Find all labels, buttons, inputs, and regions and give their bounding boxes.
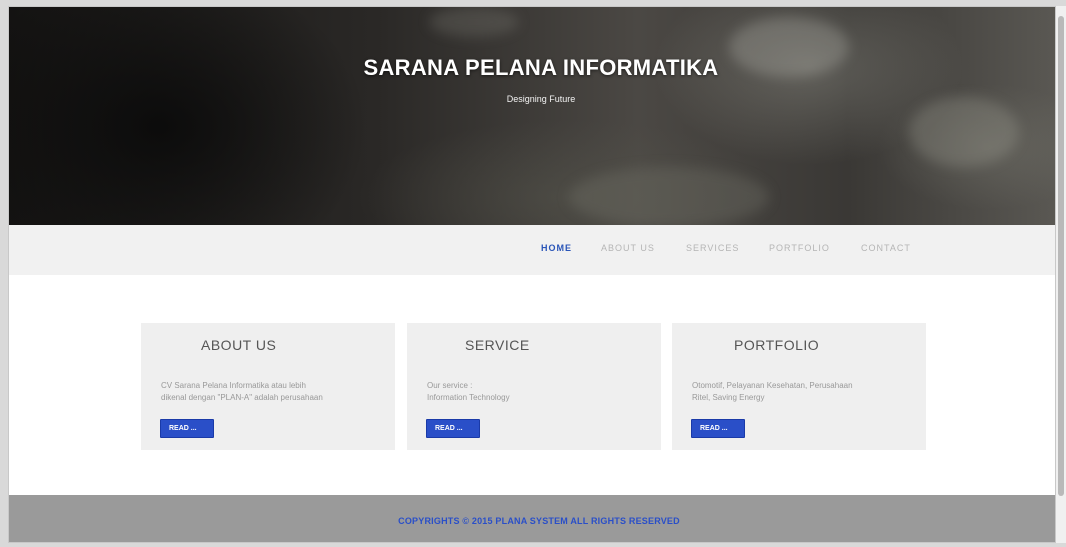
nav-item-contact[interactable]: CONTACT xyxy=(861,243,911,253)
page-footer: COPYRIGHTS © 2015 PLANA SYSTEM ALL RIGHT… xyxy=(9,495,1055,542)
browser-viewport: SARANA PELANA INFORMATIKA Designing Futu… xyxy=(8,6,1056,543)
card-text-line: Our service : xyxy=(427,381,473,390)
hero-background-shape xyxy=(569,167,769,225)
card-text-line: Information Technology xyxy=(427,393,510,402)
main-navigation: HOME ABOUT US SERVICES PORTFOLIO CONTACT xyxy=(9,225,1055,275)
service-read-button[interactable]: READ ... xyxy=(426,419,480,438)
card-text-line: CV Sarana Pelana Informatika atau lebih xyxy=(161,381,306,390)
about-us-read-button[interactable]: READ ... xyxy=(160,419,214,438)
card-text-line: Otomotif, Pelayanan Kesehatan, Perusahaa… xyxy=(692,381,853,390)
site-title: SARANA PELANA INFORMATIKA xyxy=(363,55,719,80)
nav-item-about-us[interactable]: ABOUT US xyxy=(601,243,655,253)
portfolio-card: PORTFOLIO Otomotif, Pelayanan Kesehatan,… xyxy=(672,323,926,450)
scrollbar-thumb[interactable] xyxy=(1058,16,1064,496)
service-card: SERVICE Our service : Information Techno… xyxy=(407,323,661,450)
copyright-text: COPYRIGHTS © 2015 PLANA SYSTEM ALL RIGHT… xyxy=(398,516,680,526)
nav-item-home[interactable]: HOME xyxy=(541,243,572,253)
nav-item-services[interactable]: SERVICES xyxy=(686,243,739,253)
nav-item-portfolio[interactable]: PORTFOLIO xyxy=(769,243,830,253)
card-text-line: dikenal dengan "PLAN-A" adalah perusahaa… xyxy=(161,393,323,402)
card-description: CV Sarana Pelana Informatika atau lebih … xyxy=(161,380,383,404)
site-tagline: Designing Future xyxy=(506,94,576,104)
hero-background-shape xyxy=(909,97,1019,167)
vertical-scrollbar[interactable] xyxy=(1056,6,1066,543)
card-title: ABOUT US xyxy=(201,337,277,353)
about-us-card: ABOUT US CV Sarana Pelana Informatika at… xyxy=(141,323,395,450)
card-description: Otomotif, Pelayanan Kesehatan, Perusahaa… xyxy=(692,380,914,404)
card-title: PORTFOLIO xyxy=(734,337,820,353)
hero-banner: SARANA PELANA INFORMATIKA Designing Futu… xyxy=(9,7,1055,225)
card-title: SERVICE xyxy=(465,337,530,353)
card-description: Our service : Information Technology xyxy=(427,380,649,404)
portfolio-read-button[interactable]: READ ... xyxy=(691,419,745,438)
hero-background-shape xyxy=(429,7,519,37)
card-text-line: Ritel, Saving Energy xyxy=(692,393,765,402)
